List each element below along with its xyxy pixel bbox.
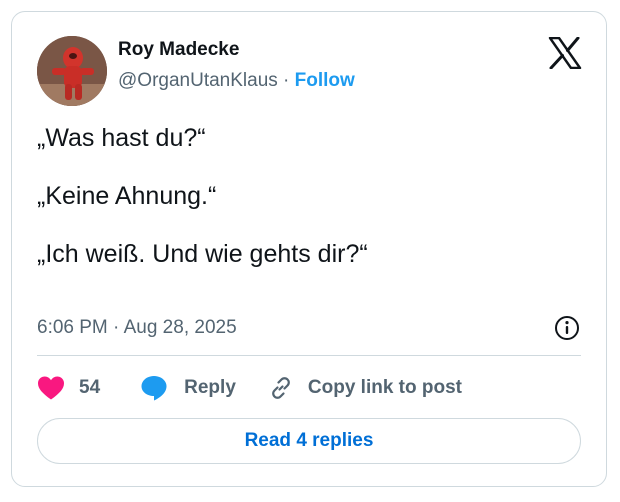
x-logo-icon[interactable]: [548, 37, 582, 69]
reply-label: Reply: [184, 377, 236, 398]
follow-button[interactable]: Follow: [295, 70, 355, 91]
info-icon[interactable]: [554, 315, 580, 341]
author-name[interactable]: Roy Madecke: [118, 39, 239, 61]
handle-separator: ·: [277, 70, 295, 91]
post-text: „Was hast du?“ „Keine Ahnung.“ „Ich weiß…: [37, 124, 577, 298]
post-timestamp[interactable]: 6:06 PM · Aug 28, 2025: [37, 317, 237, 339]
post-actions: 54 Reply Copy link to post: [37, 373, 462, 403]
avatar[interactable]: [37, 36, 107, 106]
link-icon: [272, 377, 290, 399]
author-handle-row: @OrganUtanKlaus · Follow: [118, 70, 355, 92]
read-replies-button[interactable]: Read 4 replies: [37, 418, 581, 464]
reply-button[interactable]: Reply: [140, 374, 236, 402]
like-button[interactable]: 54: [37, 375, 100, 401]
divider: [37, 355, 581, 356]
speech-bubble-icon: [141, 376, 167, 401]
post-text-line: „Was hast du?“: [37, 124, 206, 152]
avatar-image: [37, 36, 107, 106]
copy-link-label: Copy link to post: [307, 377, 462, 398]
author-handle[interactable]: @OrganUtanKlaus: [118, 70, 278, 91]
post-text-line: „Keine Ahnung.“: [37, 182, 217, 210]
heart-icon: [38, 376, 64, 400]
post-text-line: „Ich weiß. Und wie gehts dir?“: [37, 240, 368, 268]
like-count: 54: [79, 377, 101, 398]
copy-link-button[interactable]: Copy link to post: [268, 375, 462, 401]
embedded-post-card: Roy Madecke @OrganUtanKlaus · Follow „Wa…: [11, 11, 607, 487]
